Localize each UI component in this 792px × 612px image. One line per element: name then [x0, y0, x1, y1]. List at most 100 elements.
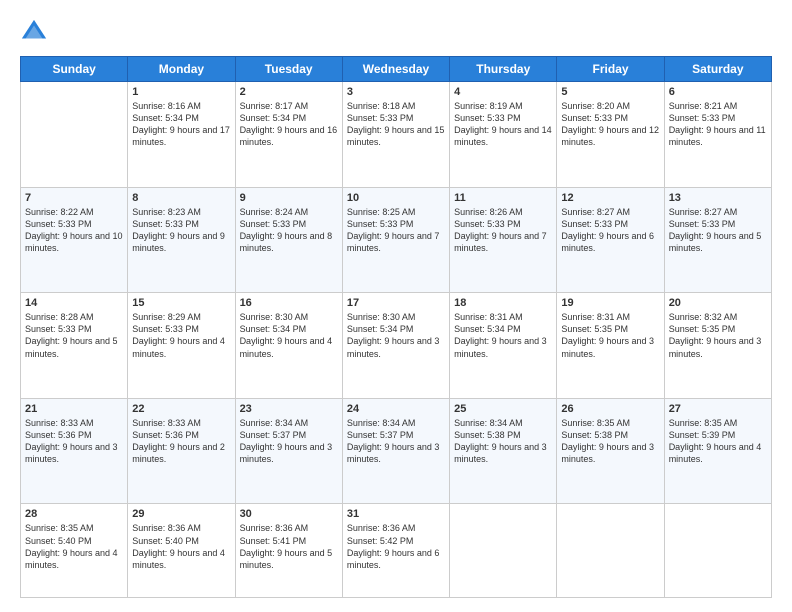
day-cell-5: 5 Sunrise: 8:20 AMSunset: 5:33 PMDaylight…: [557, 82, 664, 188]
day-number: 19: [561, 297, 659, 309]
weekday-header-tuesday: Tuesday: [235, 57, 342, 82]
weekday-header-sunday: Sunday: [21, 57, 128, 82]
empty-cell: [21, 82, 128, 188]
day-info: Sunrise: 8:27 AMSunset: 5:33 PMDaylight:…: [669, 206, 767, 255]
day-cell-23: 23 Sunrise: 8:34 AMSunset: 5:37 PMDayligh…: [235, 398, 342, 504]
day-info: Sunrise: 8:36 AMSunset: 5:40 PMDaylight:…: [132, 522, 230, 571]
logo-icon: [20, 18, 48, 46]
day-number: 28: [25, 508, 123, 520]
day-info: Sunrise: 8:17 AMSunset: 5:34 PMDaylight:…: [240, 100, 338, 149]
week-row-1: 1 Sunrise: 8:16 AMSunset: 5:34 PMDaylight…: [21, 82, 772, 188]
day-number: 7: [25, 192, 123, 204]
day-number: 12: [561, 192, 659, 204]
day-cell-11: 11 Sunrise: 8:26 AMSunset: 5:33 PMDayligh…: [450, 187, 557, 293]
day-cell-4: 4Sunrise: 8:19 AMSunset: 5:33 PMDaylight…: [450, 82, 557, 188]
day-info: Sunrise: 8:18 AMSunset: 5:33 PMDaylight:…: [347, 100, 445, 149]
day-info: Sunrise: 8:25 AMSunset: 5:33 PMDaylight:…: [347, 206, 445, 255]
weekday-header-wednesday: Wednesday: [342, 57, 449, 82]
day-info: Sunrise: 8:20 AMSunset: 5:33 PMDaylight:…: [561, 100, 659, 149]
empty-cell: [664, 504, 771, 598]
day-cell-24: 24Sunrise: 8:34 AMSunset: 5:37 PMDayligh…: [342, 398, 449, 504]
day-cell-21: 21 Sunrise: 8:33 AMSunset: 5:36 PMDayligh…: [21, 398, 128, 504]
day-number: 16: [240, 297, 338, 309]
day-cell-25: 25 Sunrise: 8:34 AMSunset: 5:38 PMDayligh…: [450, 398, 557, 504]
day-number: 2: [240, 86, 338, 98]
day-cell-20: 20Sunrise: 8:32 AMSunset: 5:35 PMDayligh…: [664, 293, 771, 399]
day-number: 15: [132, 297, 230, 309]
day-number: 5: [561, 86, 659, 98]
day-number: 11: [454, 192, 552, 204]
day-cell-7: 7Sunrise: 8:22 AMSunset: 5:33 PMDaylight…: [21, 187, 128, 293]
day-info: Sunrise: 8:30 AMSunset: 5:34 PMDaylight:…: [240, 311, 338, 360]
day-cell-8: 8Sunrise: 8:23 AMSunset: 5:33 PMDaylight…: [128, 187, 235, 293]
day-cell-28: 28 Sunrise: 8:35 AMSunset: 5:40 PMDayligh…: [21, 504, 128, 598]
day-info: Sunrise: 8:31 AMSunset: 5:34 PMDaylight:…: [454, 311, 552, 360]
weekday-header-monday: Monday: [128, 57, 235, 82]
day-info: Sunrise: 8:33 AMSunset: 5:36 PMDaylight:…: [132, 417, 230, 466]
day-info: Sunrise: 8:35 AMSunset: 5:39 PMDaylight:…: [669, 417, 767, 466]
empty-cell: [450, 504, 557, 598]
day-number: 25: [454, 403, 552, 415]
day-info: Sunrise: 8:36 AMSunset: 5:42 PMDaylight:…: [347, 522, 445, 571]
day-number: 21: [25, 403, 123, 415]
day-cell-6: 6 Sunrise: 8:21 AMSunset: 5:33 PMDaylight…: [664, 82, 771, 188]
day-number: 30: [240, 508, 338, 520]
day-number: 9: [240, 192, 338, 204]
week-row-2: 7Sunrise: 8:22 AMSunset: 5:33 PMDaylight…: [21, 187, 772, 293]
day-number: 27: [669, 403, 767, 415]
day-cell-26: 26Sunrise: 8:35 AMSunset: 5:38 PMDayligh…: [557, 398, 664, 504]
logo: [20, 18, 52, 46]
day-info: Sunrise: 8:34 AMSunset: 5:38 PMDaylight:…: [454, 417, 552, 466]
day-info: Sunrise: 8:24 AMSunset: 5:33 PMDaylight:…: [240, 206, 338, 255]
day-info: Sunrise: 8:29 AMSunset: 5:33 PMDaylight:…: [132, 311, 230, 360]
day-number: 29: [132, 508, 230, 520]
day-cell-27: 27 Sunrise: 8:35 AMSunset: 5:39 PMDayligh…: [664, 398, 771, 504]
day-info: Sunrise: 8:36 AMSunset: 5:41 PMDaylight:…: [240, 522, 338, 571]
day-info: Sunrise: 8:23 AMSunset: 5:33 PMDaylight:…: [132, 206, 230, 255]
day-cell-2: 2 Sunrise: 8:17 AMSunset: 5:34 PMDaylight…: [235, 82, 342, 188]
day-info: Sunrise: 8:26 AMSunset: 5:33 PMDaylight:…: [454, 206, 552, 255]
day-info: Sunrise: 8:32 AMSunset: 5:35 PMDaylight:…: [669, 311, 767, 360]
day-cell-16: 16 Sunrise: 8:30 AMSunset: 5:34 PMDayligh…: [235, 293, 342, 399]
weekday-header-friday: Friday: [557, 57, 664, 82]
header: [20, 18, 772, 46]
day-cell-12: 12 Sunrise: 8:27 AMSunset: 5:33 PMDayligh…: [557, 187, 664, 293]
day-info: Sunrise: 8:30 AMSunset: 5:34 PMDaylight:…: [347, 311, 445, 360]
day-cell-30: 30 Sunrise: 8:36 AMSunset: 5:41 PMDayligh…: [235, 504, 342, 598]
day-info: Sunrise: 8:27 AMSunset: 5:33 PMDaylight:…: [561, 206, 659, 255]
day-number: 18: [454, 297, 552, 309]
day-number: 23: [240, 403, 338, 415]
day-info: Sunrise: 8:34 AMSunset: 5:37 PMDaylight:…: [240, 417, 338, 466]
day-cell-13: 13 Sunrise: 8:27 AMSunset: 5:33 PMDayligh…: [664, 187, 771, 293]
day-info: Sunrise: 8:34 AMSunset: 5:37 PMDaylight:…: [347, 417, 445, 466]
day-cell-18: 18 Sunrise: 8:31 AMSunset: 5:34 PMDayligh…: [450, 293, 557, 399]
weekday-header-saturday: Saturday: [664, 57, 771, 82]
day-cell-22: 22 Sunrise: 8:33 AMSunset: 5:36 PMDayligh…: [128, 398, 235, 504]
day-cell-9: 9 Sunrise: 8:24 AMSunset: 5:33 PMDaylight…: [235, 187, 342, 293]
day-number: 6: [669, 86, 767, 98]
day-cell-29: 29 Sunrise: 8:36 AMSunset: 5:40 PMDayligh…: [128, 504, 235, 598]
week-row-5: 28 Sunrise: 8:35 AMSunset: 5:40 PMDayligh…: [21, 504, 772, 598]
week-row-3: 14Sunrise: 8:28 AMSunset: 5:33 PMDayligh…: [21, 293, 772, 399]
day-number: 1: [132, 86, 230, 98]
day-info: Sunrise: 8:33 AMSunset: 5:36 PMDaylight:…: [25, 417, 123, 466]
day-number: 13: [669, 192, 767, 204]
day-cell-15: 15 Sunrise: 8:29 AMSunset: 5:33 PMDayligh…: [128, 293, 235, 399]
day-info: Sunrise: 8:31 AMSunset: 5:35 PMDaylight:…: [561, 311, 659, 360]
day-info: Sunrise: 8:35 AMSunset: 5:40 PMDaylight:…: [25, 522, 123, 571]
day-info: Sunrise: 8:35 AMSunset: 5:38 PMDaylight:…: [561, 417, 659, 466]
day-number: 14: [25, 297, 123, 309]
day-info: Sunrise: 8:16 AMSunset: 5:34 PMDaylight:…: [132, 100, 230, 149]
day-info: Sunrise: 8:21 AMSunset: 5:33 PMDaylight:…: [669, 100, 767, 149]
weekday-header-thursday: Thursday: [450, 57, 557, 82]
day-cell-31: 31 Sunrise: 8:36 AMSunset: 5:42 PMDayligh…: [342, 504, 449, 598]
day-cell-14: 14Sunrise: 8:28 AMSunset: 5:33 PMDayligh…: [21, 293, 128, 399]
weekday-header-row: SundayMondayTuesdayWednesdayThursdayFrid…: [21, 57, 772, 82]
page: SundayMondayTuesdayWednesdayThursdayFrid…: [0, 0, 792, 612]
week-row-4: 21 Sunrise: 8:33 AMSunset: 5:36 PMDayligh…: [21, 398, 772, 504]
day-number: 4: [454, 86, 552, 98]
day-number: 22: [132, 403, 230, 415]
day-cell-17: 17 Sunrise: 8:30 AMSunset: 5:34 PMDayligh…: [342, 293, 449, 399]
day-number: 31: [347, 508, 445, 520]
day-number: 17: [347, 297, 445, 309]
